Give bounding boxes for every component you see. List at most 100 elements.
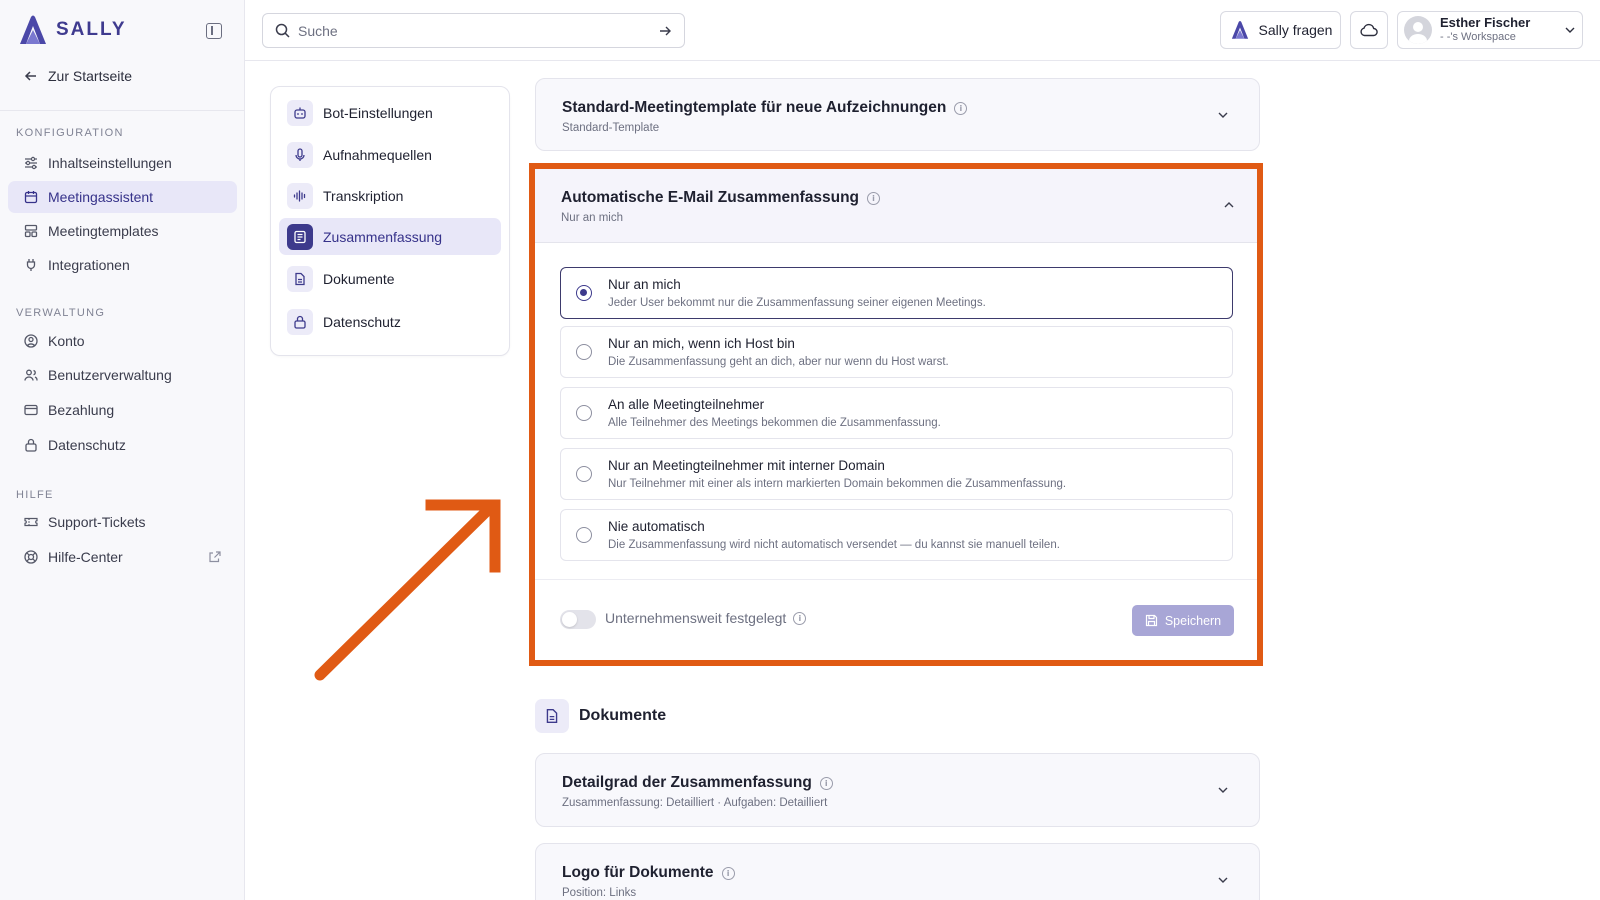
option-description: Nur Teilnehmer mit einer als intern mark… bbox=[608, 478, 1067, 490]
collapse-sidebar-icon[interactable] bbox=[206, 23, 222, 39]
option-description: Die Zusammenfassung wird nicht automatis… bbox=[608, 539, 1060, 551]
topbar: Sally fragen Esther Fischer - -'s Worksp… bbox=[245, 0, 1600, 61]
sidebar-item-label: Datenschutz bbox=[48, 437, 126, 453]
company-wide-toggle[interactable] bbox=[560, 610, 596, 629]
option-title: Nur an mich, wenn ich Host bin bbox=[608, 336, 795, 351]
logo-card[interactable]: Logo für Dokumente i Position: Links bbox=[535, 843, 1260, 900]
sidebar-item-bezahlung[interactable]: Bezahlung bbox=[8, 394, 237, 426]
subnav-item-bot-einstellungen[interactable]: Bot-Einstellungen bbox=[279, 94, 501, 131]
chevron-up-icon[interactable] bbox=[1223, 199, 1235, 211]
info-icon[interactable]: i bbox=[954, 101, 968, 115]
sidebar-item-integrationen[interactable]: Integrationen bbox=[8, 249, 237, 281]
email-card-title: Automatische E-Mail Zusammenfassung bbox=[561, 189, 860, 206]
radio-button[interactable] bbox=[576, 466, 592, 482]
subnav-item-label: Dokumente bbox=[323, 270, 395, 287]
sidebar-item-meetingtemplates[interactable]: Meetingtemplates bbox=[8, 215, 237, 247]
cloud-button[interactable] bbox=[1350, 11, 1388, 49]
arrow-right-icon[interactable] bbox=[658, 24, 672, 38]
option-description: Die Zusammenfassung geht an dich, aber n… bbox=[608, 356, 949, 368]
radio-button[interactable] bbox=[576, 285, 592, 301]
arrow-left-icon bbox=[24, 71, 36, 81]
back-to-home-link[interactable]: Zur Startseite bbox=[24, 68, 132, 84]
info-icon[interactable]: i bbox=[819, 776, 833, 790]
sidebar-divider bbox=[0, 110, 245, 111]
info-icon[interactable]: i bbox=[793, 611, 807, 625]
subnav-item-aufnahmequellen[interactable]: Aufnahmequellen bbox=[279, 136, 501, 173]
sally-logo-icon bbox=[1231, 20, 1248, 39]
option-description: Alle Teilnehmer des Meetings bekommen di… bbox=[608, 417, 941, 429]
chevron-down-icon[interactable] bbox=[1217, 784, 1229, 796]
option-alle-teilnehmer[interactable]: An alle Meetingteilnehmer Alle Teilnehme… bbox=[560, 387, 1233, 439]
sidebar-item-label: Integrationen bbox=[48, 257, 130, 273]
sidebar-item-meetingassistent[interactable]: Meetingassistent bbox=[8, 181, 237, 213]
option-interne-domain[interactable]: Nur an Meetingteilnehmer mit interner Do… bbox=[560, 448, 1233, 500]
info-icon[interactable]: i bbox=[867, 191, 881, 205]
sidebar-item-datenschutz[interactable]: Datenschutz bbox=[8, 429, 237, 461]
external-link-icon bbox=[209, 550, 221, 566]
user-name: Esther Fischer bbox=[1440, 15, 1531, 30]
ask-sally-button[interactable]: Sally fragen bbox=[1220, 11, 1341, 49]
microphone-icon bbox=[287, 141, 313, 168]
sidebar-item-hilfe-center[interactable]: Hilfe-Center bbox=[8, 541, 237, 573]
option-title: Nie automatisch bbox=[608, 519, 705, 534]
sidebar-item-inhaltseinstellungen[interactable]: Inhaltseinstellungen bbox=[8, 147, 237, 179]
search-box[interactable] bbox=[262, 13, 685, 48]
sidebar-item-konto[interactable]: Konto bbox=[8, 325, 237, 357]
subnav-item-label: Datenschutz bbox=[323, 313, 401, 330]
documents-section-title: Dokumente bbox=[579, 707, 667, 724]
sidebar-item-benutzerverwaltung[interactable]: Benutzerverwaltung bbox=[8, 359, 237, 391]
card-title: Standard-Meetingtemplate für neue Aufzei… bbox=[562, 99, 968, 117]
subnav-item-label: Aufnahmequellen bbox=[323, 146, 432, 163]
toggle-label-text: Unternehmensweit festgelegt bbox=[605, 610, 787, 626]
radio-button[interactable] bbox=[576, 344, 592, 360]
document-icon bbox=[287, 265, 313, 292]
template-card[interactable]: Standard-Meetingtemplate für neue Aufzei… bbox=[535, 78, 1260, 151]
section-title-hilfe: HILFE bbox=[16, 489, 54, 501]
info-icon[interactable]: i bbox=[721, 866, 735, 880]
email-summary-card: Automatische E-Mail Zusammenfassung i Nu… bbox=[535, 169, 1257, 660]
radio-button[interactable] bbox=[576, 405, 592, 421]
users-icon bbox=[24, 368, 38, 382]
footer-divider bbox=[535, 579, 1257, 580]
subnav-item-zusammenfassung[interactable]: Zusammenfassung bbox=[279, 218, 501, 255]
avatar bbox=[1404, 16, 1432, 44]
summary-icon bbox=[287, 223, 313, 250]
plug-icon bbox=[24, 258, 38, 272]
detail-level-card[interactable]: Detailgrad der Zusammenfassung i Zusamme… bbox=[535, 753, 1260, 827]
radio-button[interactable] bbox=[576, 527, 592, 543]
subnav-item-transkription[interactable]: Transkription bbox=[279, 177, 501, 214]
save-icon bbox=[1145, 614, 1157, 627]
section-title-verwaltung: VERWALTUNG bbox=[16, 307, 106, 319]
option-nur-host[interactable]: Nur an mich, wenn ich Host bin Die Zusam… bbox=[560, 326, 1233, 378]
option-nur-an-mich[interactable]: Nur an mich Jeder User bekommt nur die Z… bbox=[560, 267, 1233, 319]
settings-subnav: Bot-Einstellungen Aufnahmequellen Transk… bbox=[270, 86, 510, 356]
save-button[interactable]: Speichern bbox=[1132, 605, 1234, 636]
chevron-down-icon bbox=[1565, 27, 1575, 33]
search-input[interactable] bbox=[298, 22, 650, 39]
audio-waveform-icon bbox=[287, 182, 313, 209]
sidebar-item-support-tickets[interactable]: Support-Tickets bbox=[8, 506, 237, 538]
logo-card-title: Logo für Dokumente bbox=[562, 864, 714, 881]
chevron-down-icon[interactable] bbox=[1217, 109, 1229, 121]
search-icon bbox=[275, 23, 290, 38]
user-menu[interactable]: Esther Fischer - -'s Workspace bbox=[1397, 11, 1583, 49]
email-summary-header[interactable]: Automatische E-Mail Zusammenfassung i Nu… bbox=[535, 169, 1257, 243]
user-circle-icon bbox=[24, 334, 38, 348]
sliders-icon bbox=[24, 156, 38, 170]
company-wide-label: Unternehmensweit festgelegt i bbox=[605, 610, 807, 626]
card-title: Detailgrad der Zusammenfassung i bbox=[562, 774, 833, 792]
template-card-title: Standard-Meetingtemplate für neue Aufzei… bbox=[562, 99, 947, 116]
bot-icon bbox=[287, 99, 313, 126]
back-label: Zur Startseite bbox=[48, 68, 133, 84]
chevron-down-icon[interactable] bbox=[1217, 874, 1229, 886]
section-title-konfiguration: KONFIGURATION bbox=[16, 127, 124, 139]
option-nie-automatisch[interactable]: Nie automatisch Die Zusammenfassung wird… bbox=[560, 509, 1233, 561]
brand[interactable]: SALLY bbox=[16, 14, 127, 46]
documents-section-header: Dokumente bbox=[535, 699, 666, 733]
subnav-item-datenschutz[interactable]: Datenschutz bbox=[279, 303, 501, 340]
template-icon bbox=[24, 224, 38, 238]
option-title: An alle Meetingteilnehmer bbox=[608, 397, 765, 412]
card-title: Automatische E-Mail Zusammenfassung i bbox=[561, 189, 881, 207]
subnav-item-dokumente[interactable]: Dokumente bbox=[279, 260, 501, 297]
user-workspace: - -'s Workspace bbox=[1440, 31, 1516, 43]
